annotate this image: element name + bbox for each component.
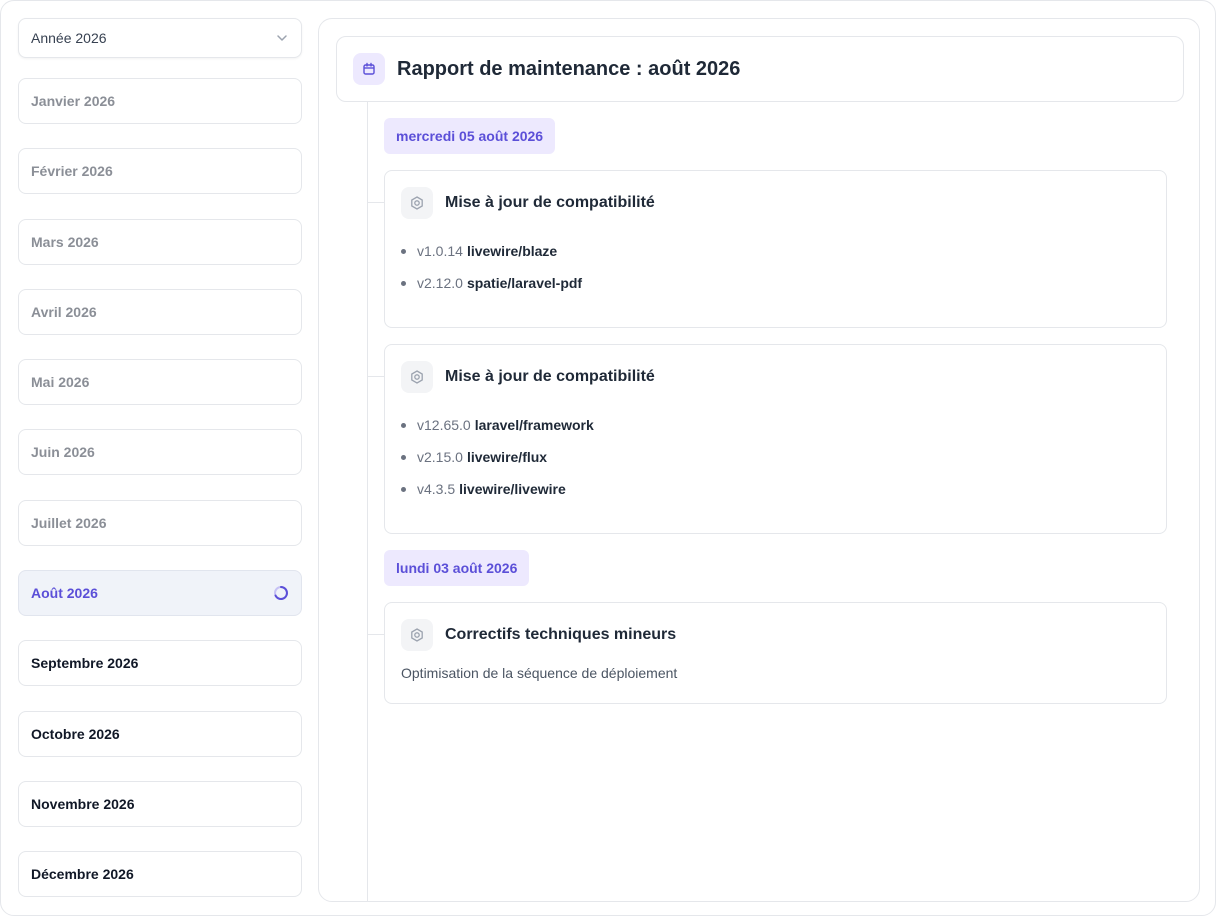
timeline-line	[367, 102, 368, 902]
entry-title: Correctifs techniques mineurs	[445, 626, 677, 643]
page-title: Rapport de maintenance : août 2026	[397, 57, 741, 80]
loading-spinner-icon	[274, 586, 288, 601]
report-panel: Rapport de maintenance : août 2026 mercr…	[318, 18, 1200, 902]
month-label: Mars 2026	[31, 233, 99, 250]
timeline-connector	[368, 376, 385, 377]
month-label: Septembre 2026	[31, 655, 139, 672]
month-item-mars[interactable]: Mars 2026	[18, 218, 302, 265]
chevron-down-icon	[277, 35, 287, 41]
month-label: Novembre 2026	[31, 795, 135, 812]
month-label: Juin 2026	[31, 444, 95, 461]
package-name: livewire/livewire	[459, 481, 566, 497]
package-version: v2.12.0	[417, 275, 463, 291]
gear-icon	[411, 628, 423, 642]
package-item: v2.15.0 livewire/flux	[401, 441, 1150, 473]
report-header: Rapport de maintenance : août 2026	[336, 36, 1184, 102]
month-label: Avril 2026	[31, 303, 97, 320]
month-item-septembre[interactable]: Septembre 2026	[18, 640, 302, 687]
package-version: v2.15.0	[417, 449, 463, 465]
package-version: v12.65.0	[417, 417, 471, 433]
package-item: v1.0.14 livewire/blaze	[401, 235, 1150, 267]
gear-icon	[411, 370, 423, 384]
month-item-octobre[interactable]: Octobre 2026	[18, 710, 302, 757]
month-item-janvier[interactable]: Janvier 2026	[18, 78, 302, 124]
month-item-decembre[interactable]: Décembre 2026	[18, 851, 302, 898]
maintenance-entry: Correctifs techniques mineurs Optimisati…	[368, 602, 1167, 704]
month-list: Janvier 2026 Février 2026 Mars 2026 Avri…	[18, 78, 302, 898]
month-item-avril[interactable]: Avril 2026	[18, 288, 302, 335]
month-label: Février 2026	[31, 163, 113, 180]
year-select[interactable]: Année 2026	[18, 18, 302, 58]
month-item-mai[interactable]: Mai 2026	[18, 359, 302, 406]
entry-description: Optimisation de la séquence de déploieme…	[401, 665, 678, 681]
timeline-connector	[368, 634, 385, 635]
timeline-connector	[368, 202, 385, 203]
maintenance-entry: Mise à jour de compatibilité v12.65.0 lar…	[368, 344, 1167, 534]
entry-title: Mise à jour de compatibilité	[445, 194, 655, 211]
package-item: v4.3.5 livewire/livewire	[401, 473, 1150, 505]
gear-badge	[401, 187, 433, 219]
calendar-badge	[353, 53, 385, 85]
month-label: Mai 2026	[31, 374, 90, 391]
gear-badge	[401, 361, 433, 393]
date-label: lundi 03 août 2026	[384, 550, 530, 586]
date-label: mercredi 05 août 2026	[384, 118, 556, 154]
package-name: spatie/laravel-pdf	[466, 275, 583, 291]
gear-badge	[401, 619, 433, 651]
package-name: laravel/framework	[474, 417, 594, 433]
month-label: Octobre 2026	[31, 725, 120, 742]
month-label: Janvier 2026	[31, 93, 116, 109]
package-name: livewire/flux	[466, 449, 548, 465]
month-item-fevrier[interactable]: Février 2026	[18, 148, 302, 195]
month-item-juin[interactable]: Juin 2026	[18, 429, 302, 476]
package-item: v12.65.0 laravel/framework	[401, 409, 1150, 441]
month-label: Décembre 2026	[31, 866, 134, 883]
month-label: Juillet 2026	[31, 514, 107, 531]
month-label: Août 2026	[31, 585, 98, 602]
month-item-novembre[interactable]: Novembre 2026	[18, 780, 302, 827]
entry-title: Mise à jour de compatibilité	[445, 368, 655, 385]
package-list: v12.65.0 laravel/framework v2.15.0 livewir…	[401, 409, 1150, 505]
maintenance-entry: Mise à jour de compatibilité v1.0.14 live…	[368, 170, 1167, 328]
app-frame: Année 2026 Janvier 2026 Février 2026 Mar…	[0, 0, 1216, 916]
package-item: v2.12.0 spatie/laravel-pdf	[401, 267, 1150, 299]
calendar-icon	[363, 62, 375, 75]
month-item-juillet[interactable]: Juillet 2026	[18, 499, 302, 546]
year-select-value: Année 2026	[31, 30, 107, 46]
gear-icon	[411, 196, 423, 210]
package-name: livewire/blaze	[466, 243, 558, 259]
package-version: v4.3.5	[417, 481, 456, 497]
sidebar: Année 2026 Janvier 2026 Février 2026 Mar…	[18, 18, 302, 922]
month-item-aout[interactable]: Août 2026	[18, 570, 302, 617]
package-list: v1.0.14 livewire/blaze v2.12.0 spatie/lara…	[401, 235, 1150, 299]
package-version: v1.0.14	[417, 243, 463, 259]
